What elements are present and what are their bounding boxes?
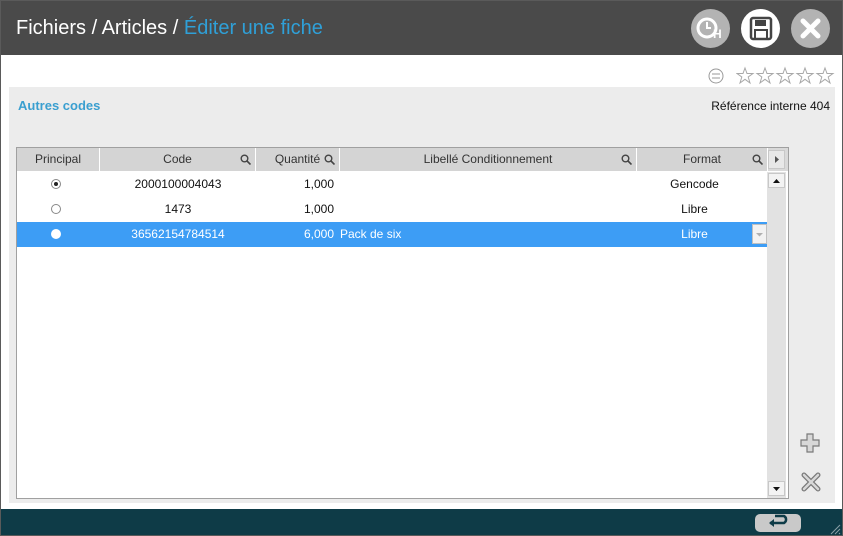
cell-quantite: 1,000 <box>303 202 334 216</box>
close-x-icon <box>800 18 821 39</box>
table-row[interactable]: 2000100004043 1,000 Gencode <box>17 172 767 197</box>
column-libelle-label: Libellé Conditionnement <box>423 152 553 166</box>
column-code[interactable]: Code <box>100 148 256 171</box>
column-format-label: Format <box>682 152 721 166</box>
column-principal[interactable]: Principal <box>17 148 100 171</box>
cell-code: 2000100004043 <box>134 177 222 191</box>
cell-format[interactable]: Libre <box>637 222 752 247</box>
cell-quantite: 6,000 <box>303 227 334 241</box>
star-rating[interactable] <box>736 66 836 86</box>
cell-principal <box>17 197 100 222</box>
clock-h-icon: H <box>696 17 722 41</box>
cell-libelle <box>340 172 630 197</box>
chevron-up-icon <box>773 179 780 183</box>
cell-libelle[interactable]: Pack de six <box>340 222 630 247</box>
cell-code: 36562154784514 <box>131 227 225 241</box>
footer-bar <box>1 509 842 535</box>
return-arrow-icon <box>769 514 788 527</box>
back-button[interactable] <box>755 514 801 532</box>
chevron-down-icon <box>756 233 763 237</box>
plus-icon[interactable] <box>799 432 821 454</box>
breadcrumb-separator: / <box>91 17 98 39</box>
breadcrumb-separator: / <box>172 17 179 39</box>
star-icon <box>795 66 815 85</box>
codes-table: Principal Code Quantité Libellé Conditio… <box>16 147 789 499</box>
svg-text:H: H <box>713 27 722 41</box>
table-row[interactable]: 1473 1,000 Libre <box>17 197 767 222</box>
column-format[interactable]: Format <box>637 148 768 171</box>
star-icon <box>755 66 775 85</box>
floppy-save-icon <box>749 16 773 41</box>
cell-format: Gencode <box>670 177 719 191</box>
table-row-selected[interactable]: 36562154784514 6,000 Pack de six Libre <box>17 222 767 247</box>
star-icon <box>775 66 795 85</box>
internal-reference: Référence interne 404 <box>711 99 830 113</box>
main-panel: Autres codes Référence interne 404 Princ… <box>9 87 835 503</box>
delete-x-icon[interactable] <box>800 471 822 493</box>
scroll-right-button[interactable] <box>768 150 785 169</box>
search-icon[interactable] <box>621 154 632 165</box>
history-button[interactable]: H <box>691 9 730 48</box>
column-quantite-label: Quantité <box>274 152 321 166</box>
format-dropdown[interactable] <box>752 224 767 244</box>
breadcrumb-fichiers[interactable]: Fichiers <box>16 17 86 39</box>
cell-quantite: 1,000 <box>303 177 334 191</box>
cell-code: 1473 <box>164 202 192 216</box>
column-code-label: Code <box>163 152 192 166</box>
cell-principal <box>17 172 100 197</box>
scroll-up-button[interactable] <box>768 173 785 188</box>
principal-radio[interactable] <box>51 204 61 214</box>
scroll-down-button[interactable] <box>768 481 785 496</box>
table-header: Principal Code Quantité Libellé Conditio… <box>17 148 788 171</box>
resize-grip-icon[interactable] <box>829 523 841 535</box>
app-window: Fichiers / Articles / Éditer une fiche H <box>0 0 843 536</box>
breadcrumb: Fichiers / Articles / Éditer une fiche <box>16 17 323 40</box>
star-icon <box>815 66 835 85</box>
save-button[interactable] <box>741 9 780 48</box>
search-icon[interactable] <box>752 154 763 165</box>
star-icon <box>736 66 755 85</box>
search-icon[interactable] <box>324 154 335 165</box>
vertical-scrollbar[interactable] <box>767 172 786 498</box>
close-button[interactable] <box>791 9 830 48</box>
column-quantite[interactable]: Quantité <box>256 148 340 171</box>
chevron-right-icon <box>775 156 779 163</box>
header-bar: Fichiers / Articles / Éditer une fiche H <box>1 1 842 55</box>
cell-principal <box>17 222 100 247</box>
principal-radio[interactable] <box>51 179 61 189</box>
chevron-down-icon <box>773 487 780 491</box>
column-libelle[interactable]: Libellé Conditionnement <box>340 148 637 171</box>
cell-format: Libre <box>681 202 708 216</box>
search-icon[interactable] <box>240 154 251 165</box>
breadcrumb-articles[interactable]: Articles <box>102 17 168 39</box>
neutral-face-icon[interactable] <box>707 67 725 85</box>
cell-libelle <box>340 197 630 222</box>
principal-radio[interactable] <box>51 229 61 239</box>
section-title: Autres codes <box>18 98 101 113</box>
breadcrumb-current: Éditer une fiche <box>183 17 323 39</box>
rating-bar <box>1 55 842 87</box>
